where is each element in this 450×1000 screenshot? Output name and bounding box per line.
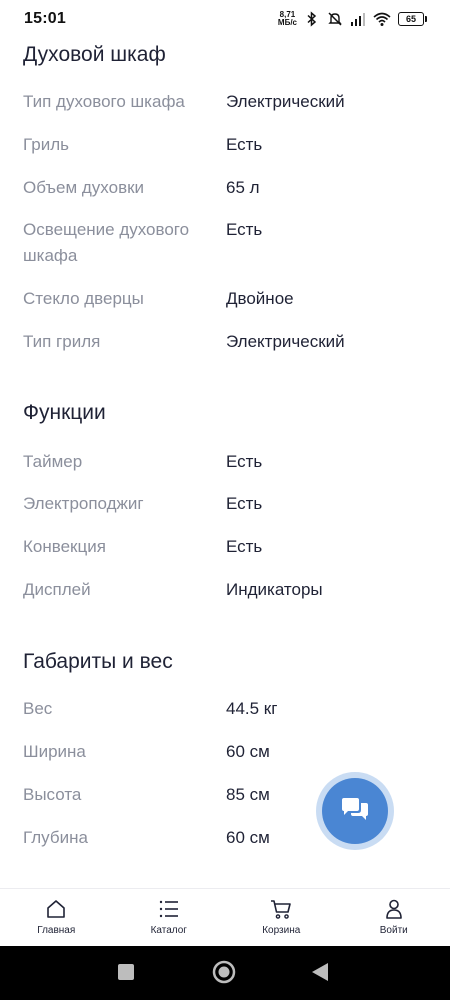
nav-item-home[interactable]: Главная <box>0 889 113 946</box>
spec-label: Освещение духового шкафа <box>23 220 190 265</box>
dnd-off-icon <box>328 12 342 26</box>
spec-value: Есть <box>226 537 263 556</box>
signal-icon <box>351 13 365 26</box>
spec-label: Объем духовки <box>23 178 145 197</box>
status-time: 15:01 <box>24 10 66 27</box>
spec-value: 44.5 кг <box>226 699 278 718</box>
nav-label-catalog: Каталог <box>150 925 187 936</box>
bluetooth-icon <box>307 11 317 27</box>
spec-value: 65 л <box>226 178 260 197</box>
system-nav-bar <box>0 946 450 1000</box>
recents-square-icon[interactable] <box>117 963 135 981</box>
wifi-icon <box>373 12 391 26</box>
spec-value: Двойное <box>226 289 294 308</box>
home-circle-icon[interactable] <box>212 960 236 984</box>
spec-label: Тип духового шкафа <box>23 92 185 111</box>
chat-button-inner[interactable] <box>322 778 388 844</box>
user-icon <box>385 899 402 919</box>
spec-value: Есть <box>226 494 263 513</box>
spec-value: Индикаторы <box>226 580 323 599</box>
status-bar: 15:01 8,71 МБ/с 65 <box>0 0 450 38</box>
spec-label: Вес <box>23 699 53 718</box>
battery-icon: 65 <box>398 12 427 26</box>
spec-value: Электрический <box>226 332 345 351</box>
section-title-oven: Духовой шкаф <box>23 43 166 66</box>
nav-label-cart: Корзина <box>262 925 301 936</box>
nav-item-login[interactable]: Войти <box>338 889 450 946</box>
spec-label: Глубина <box>23 828 88 847</box>
status-icons: 8,71 МБ/с 65 <box>278 9 427 29</box>
spec-value: Есть <box>226 135 263 154</box>
spec-value: 60 см <box>226 828 270 847</box>
spec-label: Таймер <box>23 452 83 471</box>
nav-item-cart[interactable]: Корзина <box>225 889 338 946</box>
spec-label: Дисплей <box>23 580 91 599</box>
net-speed-unit: МБ/с <box>277 18 297 27</box>
nav-label-login: Войти <box>379 925 408 936</box>
spec-value: Есть <box>226 452 263 471</box>
nav-item-catalog[interactable]: Каталог <box>113 889 226 946</box>
section-title-functions: Функции <box>23 401 106 424</box>
spec-value: 60 см <box>226 742 270 761</box>
spec-value: 85 см <box>226 785 270 804</box>
bottom-nav: Главная Каталог Корзина Войти <box>0 888 450 946</box>
spec-label: Конвекция <box>23 537 106 556</box>
home-icon <box>47 900 66 918</box>
spec-value: Есть <box>226 220 263 239</box>
spec-label: Электроподжиг <box>23 494 144 513</box>
spec-label: Гриль <box>23 135 69 154</box>
chat-icon <box>342 798 368 820</box>
spec-label: Стекло дверцы <box>23 289 144 308</box>
specs-content: Духовой шкаф Тип духового шкафа Электрич… <box>0 38 450 888</box>
spec-label: Тип гриля <box>23 332 101 351</box>
section-title-dimensions: Габариты и вес <box>23 650 173 673</box>
cart-icon <box>271 900 292 919</box>
spec-label: Высота <box>23 785 82 804</box>
chat-button[interactable] <box>316 772 394 850</box>
nav-label-home: Главная <box>37 925 76 936</box>
spec-label: Ширина <box>23 742 86 761</box>
back-triangle-icon[interactable] <box>311 962 329 982</box>
net-speed: 8,71 МБ/с <box>278 11 297 27</box>
spec-value: Электрический <box>226 92 345 111</box>
catalog-list-icon <box>159 900 178 918</box>
